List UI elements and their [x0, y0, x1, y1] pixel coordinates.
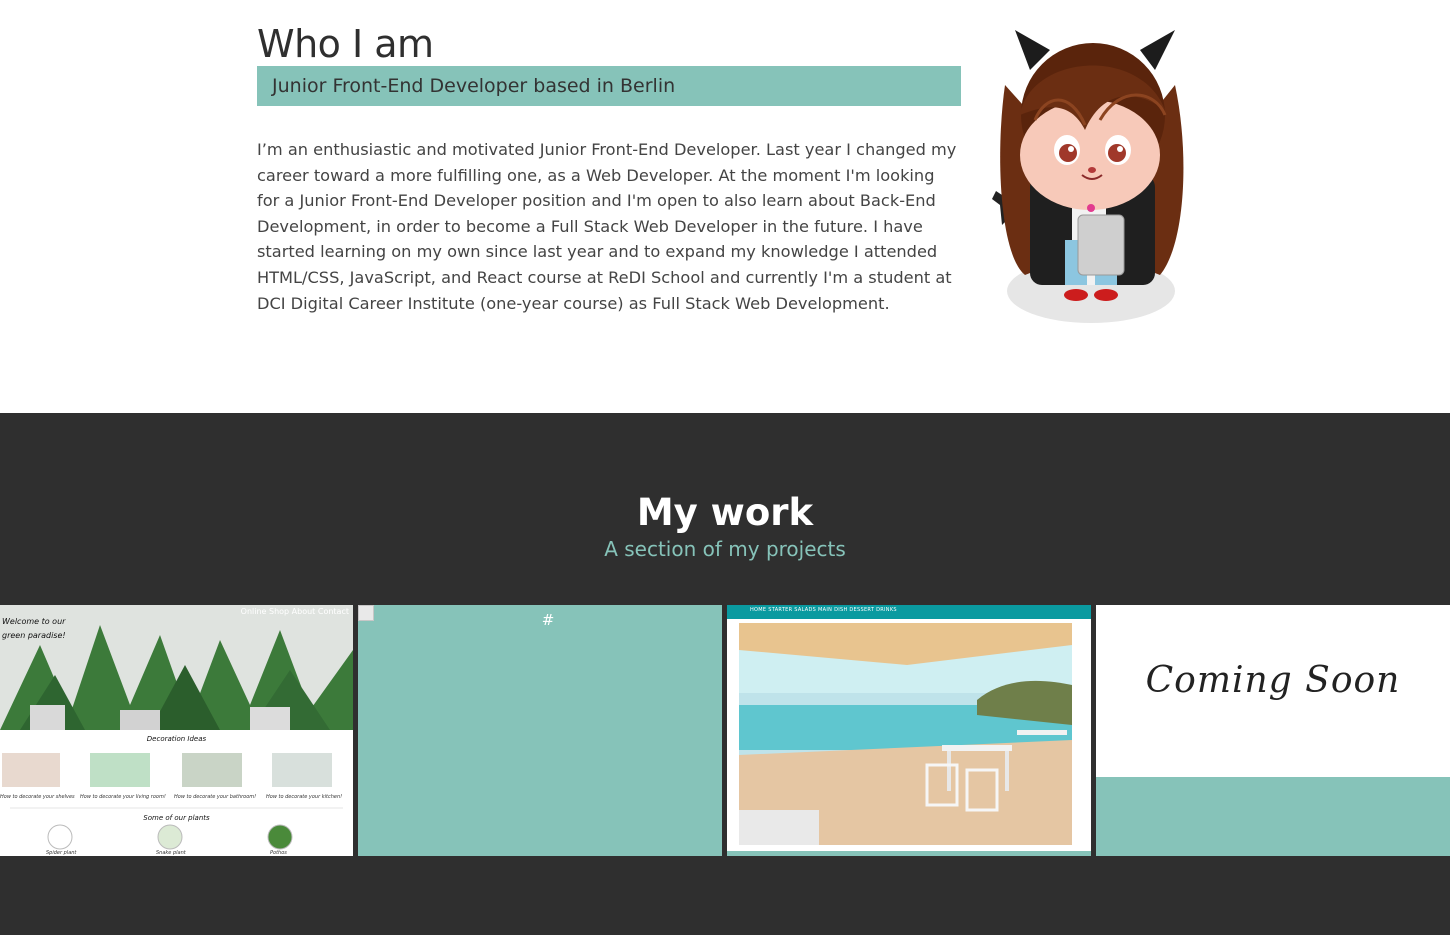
project-card-restaurant[interactable]: HOME STARTER SALADS MAIN DISH DESSERT DR… [727, 605, 1091, 856]
about-section: Who I am Junior Front-End Developer base… [0, 0, 1450, 413]
about-bio: I’m an enthusiastic and motivated Junior… [257, 140, 957, 313]
plants-section-decoration: Decoration Ideas [146, 735, 207, 743]
plants-caption: How to decorate your kitchen! [266, 794, 343, 800]
plants-caption: How to decorate your living room! [80, 794, 166, 800]
plants-welcome-line2: green paradise! [2, 631, 66, 640]
octocat-avatar-icon [990, 25, 1195, 325]
work-section: My work A section of my projects Online … [0, 413, 1450, 935]
work-title: My work [636, 491, 814, 534]
work-subtitle: A section of my projects [604, 537, 846, 561]
coming-soon-text: Coming Soon [1145, 660, 1401, 701]
restaurant-screenshot [727, 605, 1091, 856]
about-subtitle: Junior Front-End Developer based in Berl… [257, 66, 961, 106]
plants-section-plants: Some of our plants [143, 814, 210, 822]
project-card-coming-soon[interactable]: Coming Soon [1096, 605, 1450, 856]
plant-name: Snake plant [156, 850, 186, 856]
coming-soon-banner: Coming Soon [1096, 605, 1450, 777]
plant-name: Spider plant [46, 850, 77, 856]
plants-caption: How to decorate your bathroom! [174, 794, 257, 800]
project-card-placeholder[interactable]: # [358, 605, 722, 856]
about-title: Who I am [257, 22, 434, 66]
project-link-text: # [541, 611, 555, 629]
restaurant-nav: HOME STARTER SALADS MAIN DISH DESSERT DR… [750, 607, 897, 613]
plant-name: Pothos [270, 850, 287, 856]
plants-welcome-line1: Welcome to our [2, 617, 66, 626]
plants-nav: Online Shop About Contact [240, 607, 349, 616]
plants-caption: How to decorate your shelves [0, 794, 75, 800]
project-card-plants[interactable]: Online Shop About Contact Welcome to our… [0, 605, 353, 856]
plants-welcome: Welcome to our green paradise! [2, 615, 66, 643]
